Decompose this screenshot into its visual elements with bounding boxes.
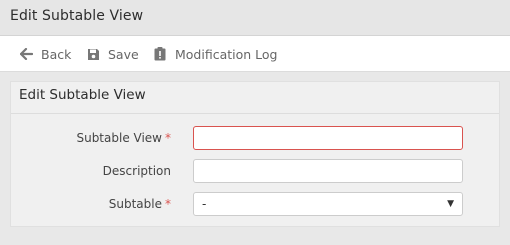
subtable-view-label-text: Subtable View xyxy=(76,131,162,145)
arrow-left-icon xyxy=(19,47,33,61)
subtable-select[interactable]: - ▼ xyxy=(193,192,463,216)
required-indicator: * xyxy=(165,131,171,145)
clipboard-alert-icon xyxy=(153,47,167,61)
subtable-selected-value: - xyxy=(202,197,207,211)
save-button[interactable]: Save xyxy=(86,36,139,72)
toolbar: Back Save Modification Log xyxy=(0,36,510,72)
subtable-view-input[interactable] xyxy=(193,126,463,150)
page-title: Edit Subtable View xyxy=(10,8,144,24)
chevron-down-icon: ▼ xyxy=(447,199,454,209)
save-label: Save xyxy=(108,46,139,62)
subtable-label-text: Subtable xyxy=(108,197,162,211)
panel-divider xyxy=(11,113,499,114)
modification-log-label: Modification Log xyxy=(175,46,278,62)
title-bar: Edit Subtable View xyxy=(0,0,510,36)
back-label: Back xyxy=(41,46,72,62)
back-button[interactable]: Back xyxy=(19,36,71,72)
floppy-disk-icon xyxy=(86,47,100,61)
subtable-label: Subtable * xyxy=(109,197,171,211)
required-indicator: * xyxy=(165,197,171,211)
edit-form-panel: Edit Subtable View Subtable View * Descri… xyxy=(10,81,500,227)
modification-log-button[interactable]: Modification Log xyxy=(153,36,278,72)
subtable-view-label: Subtable View * xyxy=(76,131,171,145)
description-input[interactable] xyxy=(193,159,463,183)
edit-subtable-view-page: Edit Subtable View Back Save Modificatio… xyxy=(0,0,510,245)
panel-title: Edit Subtable View xyxy=(19,87,146,103)
description-label: Description xyxy=(102,164,171,178)
